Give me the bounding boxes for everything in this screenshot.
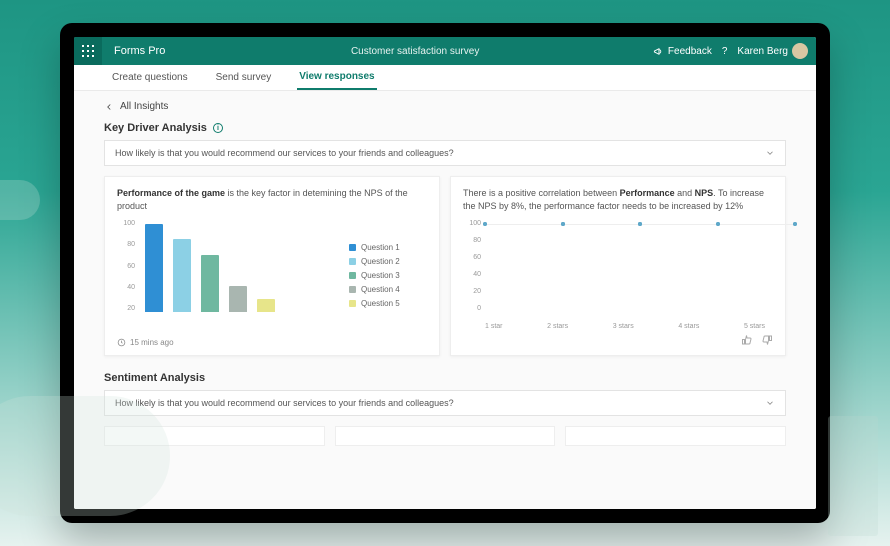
- arrow-left-icon: [104, 102, 114, 112]
- chevron-down-icon: [765, 148, 775, 158]
- bar: [257, 299, 275, 312]
- waffle-icon: [82, 45, 94, 57]
- bar-card-text: Performance of the game is the key facto…: [117, 187, 427, 212]
- bold-text: NPS: [695, 188, 714, 198]
- app-header: Forms Pro Customer satisfaction survey F…: [74, 37, 816, 65]
- thumbs-up-icon[interactable]: [741, 334, 753, 346]
- back-to-insights[interactable]: All Insights: [104, 101, 786, 112]
- feedback-button[interactable]: Feedback: [653, 46, 712, 57]
- bar-chart-container: 10080604020 Question 1Question 2Question…: [117, 220, 427, 330]
- question-dropdown-sentiment[interactable]: How likely is that you would recommend o…: [104, 390, 786, 416]
- line-card-text: There is a positive correlation between …: [463, 187, 773, 212]
- header-actions: Feedback ? Karen Berg: [653, 43, 816, 59]
- content-area: All Insights Key Driver Analysis i How l…: [74, 91, 816, 509]
- device-frame: Forms Pro Customer satisfaction survey F…: [60, 23, 830, 523]
- legend-item: Question 4: [349, 285, 427, 294]
- feedback-label: Feedback: [668, 46, 712, 57]
- legend-label: Question 5: [361, 299, 400, 308]
- legend-item: Question 3: [349, 271, 427, 280]
- avatar: [792, 43, 808, 59]
- plain-text: There is a positive correlation between: [463, 188, 620, 198]
- scatter-point: [483, 222, 487, 226]
- legend-label: Question 1: [361, 243, 400, 252]
- placeholder-card: [335, 426, 556, 446]
- bar: [229, 286, 247, 312]
- legend-label: Question 4: [361, 285, 400, 294]
- card-timestamp: 15 mins ago: [117, 338, 427, 347]
- card-bar-chart: Performance of the game is the key facto…: [104, 176, 440, 356]
- user-name: Karen Berg: [737, 46, 788, 57]
- bar-plot-area: [139, 224, 341, 312]
- bar: [145, 224, 163, 312]
- bar-y-axis: 10080604020: [117, 220, 135, 312]
- legend-swatch: [349, 258, 356, 265]
- app-screen: Forms Pro Customer satisfaction survey F…: [74, 37, 816, 509]
- tab-send-survey[interactable]: Send survey: [214, 66, 274, 89]
- scatter-point: [716, 222, 720, 226]
- bar: [173, 239, 191, 312]
- section-title-text: Sentiment Analysis: [104, 372, 205, 384]
- document-title: Customer satisfaction survey: [177, 46, 653, 57]
- clock-icon: [117, 338, 126, 347]
- section-title-key-driver: Key Driver Analysis i: [104, 122, 786, 134]
- chevron-down-icon: [765, 398, 775, 408]
- line-x-axis: 1 star2 stars3 stars4 stars5 stars: [485, 323, 765, 330]
- bg-decor: [828, 416, 878, 536]
- legend-label: Question 2: [361, 257, 400, 266]
- legend-swatch: [349, 244, 356, 251]
- back-label: All Insights: [120, 101, 168, 112]
- bar-legend: Question 1 Question 2 Question 3 Question 4…: [349, 220, 427, 330]
- plain-text: and: [675, 188, 695, 198]
- legend-swatch: [349, 300, 356, 307]
- line-chart: 100806040200 1 star2 stars3 stars4 stars…: [463, 220, 773, 330]
- thumbs-down-icon[interactable]: [761, 334, 773, 346]
- tab-view-responses[interactable]: View responses: [297, 65, 376, 90]
- scatter-point: [561, 222, 565, 226]
- scatter-point: [793, 222, 797, 226]
- bold-text: Performance of the game: [117, 188, 225, 198]
- card-line-chart: There is a positive correlation between …: [450, 176, 786, 356]
- timestamp-text: 15 mins ago: [130, 338, 174, 347]
- bar: [201, 255, 219, 312]
- legend-item: Question 1: [349, 243, 427, 252]
- app-name: Forms Pro: [102, 45, 177, 57]
- help-button[interactable]: ?: [722, 46, 728, 57]
- scatter-point: [638, 222, 642, 226]
- dropdown-label: How likely is that you would recommend o…: [115, 398, 454, 408]
- bold-text: Performance: [620, 188, 675, 198]
- legend-swatch: [349, 272, 356, 279]
- user-menu[interactable]: Karen Berg: [737, 43, 808, 59]
- app-launcher-button[interactable]: [74, 37, 102, 65]
- question-dropdown-key-driver[interactable]: How likely is that you would recommend o…: [104, 140, 786, 166]
- bar-chart: 10080604020: [117, 220, 341, 330]
- section-title-sentiment: Sentiment Analysis: [104, 372, 786, 384]
- legend-swatch: [349, 286, 356, 293]
- info-icon[interactable]: i: [213, 123, 223, 133]
- tab-create-questions[interactable]: Create questions: [110, 66, 190, 89]
- section-title-text: Key Driver Analysis: [104, 122, 207, 134]
- tab-bar: Create questions Send survey View respon…: [74, 65, 816, 91]
- legend-item: Question 5: [349, 299, 427, 308]
- insight-cards: Performance of the game is the key facto…: [104, 176, 786, 356]
- legend-label: Question 3: [361, 271, 400, 280]
- line-y-axis: 100806040200: [463, 220, 481, 312]
- legend-item: Question 2: [349, 257, 427, 266]
- bg-decor: [0, 396, 170, 516]
- bg-decor: [0, 180, 40, 220]
- placeholder-card: [565, 426, 786, 446]
- megaphone-icon: [653, 46, 664, 57]
- dropdown-label: How likely is that you would recommend o…: [115, 148, 454, 158]
- sentiment-cards: [104, 426, 786, 446]
